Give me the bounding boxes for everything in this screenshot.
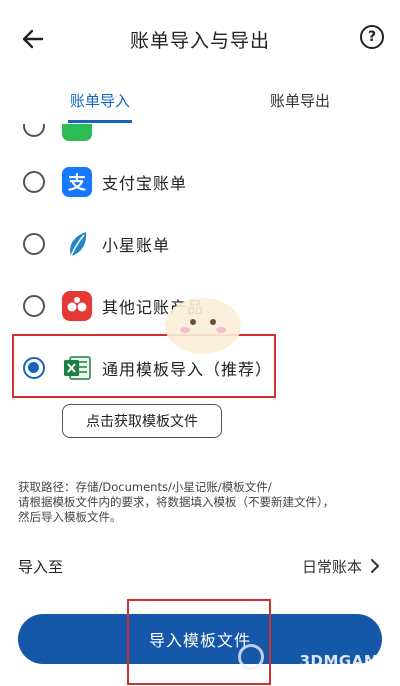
wechat-icon [62,124,92,141]
radio-button[interactable] [23,124,45,137]
app-header: 账单导入与导出 ? [0,0,400,78]
back-button[interactable] [18,24,48,54]
account-book-value: 日常账本 [301,558,362,576]
tab-export[interactable]: 账单导出 [200,78,400,124]
option-alipay[interactable]: 支 支付宝账单 [0,152,400,212]
import-instructions: 获取路径：存储/Documents/小星记账/模板文件/ 请根据模板文件内的要求… [18,480,388,525]
chevron-right-icon [371,559,380,573]
active-tab-indicator [68,120,132,123]
import-to-label: 导入至 [18,558,64,576]
alipay-icon: 支 [62,167,92,197]
radio-button[interactable] [23,295,45,317]
mascot-sticker [165,298,241,354]
question-circle-icon: ? [367,29,377,45]
tab-bar: 账单导入 账单导出 [0,78,400,124]
leaf-icon [62,229,92,259]
import-target-row[interactable]: 导入至 日常账本 [0,548,400,582]
button-highlight-box [127,599,271,685]
instruction-line: 获取路径：存储/Documents/小星记账/模板文件/ [18,480,272,494]
instruction-line: 然后导入模板文件。 [18,510,122,524]
tab-import[interactable]: 账单导入 [0,78,200,124]
help-button[interactable]: ? [360,25,384,49]
arrow-left-icon [22,29,44,49]
watermark-text: 3DMGAME [299,652,390,670]
radio-button[interactable] [23,171,45,193]
option-label: 支付宝账单 [102,174,188,193]
get-template-button[interactable]: 点击获取模板文件 [62,404,222,438]
option-xiaoxing[interactable]: 小星账单 [0,214,400,274]
option-label: 小星账单 [102,236,171,255]
instruction-line: 请根据模板文件内的要求，将数据填入模板（不要新建文件）， [18,495,335,509]
other-apps-icon [62,291,92,321]
watermark-logo-icon [238,644,264,670]
radio-button[interactable] [23,233,45,255]
page-title: 账单导入与导出 [129,29,270,52]
